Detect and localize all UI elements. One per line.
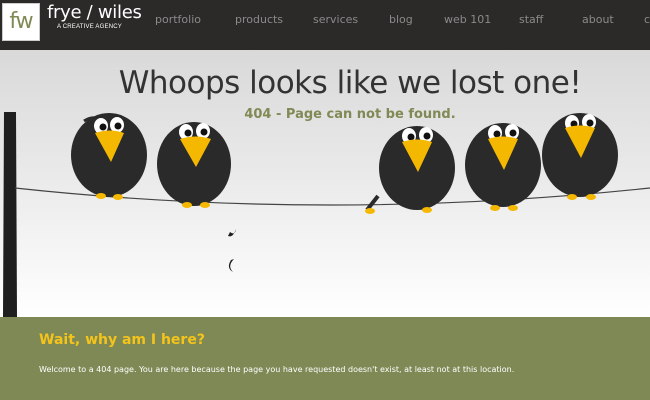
- page-title: Whoops looks like we lost one!: [118, 65, 582, 101]
- nav-item-contact[interactable]: c: [644, 13, 650, 26]
- nav-item-products[interactable]: products: [235, 13, 283, 26]
- crow-5: [542, 113, 618, 200]
- crow-3: [365, 126, 455, 214]
- info-text: Welcome to a 404 page. You are here beca…: [39, 365, 515, 374]
- feather-1: [228, 229, 236, 237]
- logo[interactable]: fw: [2, 3, 40, 41]
- nav-item-blog[interactable]: blog: [389, 13, 413, 26]
- crow-2: [157, 122, 231, 208]
- info-panel: Wait, why am I here? Welcome to a 404 pa…: [0, 317, 650, 400]
- info-title: Wait, why am I here?: [39, 332, 205, 348]
- feather-2: [228, 259, 234, 272]
- error-subtitle: 404 - Page can not be found.: [244, 107, 456, 122]
- brand-name[interactable]: frye / wiles: [47, 2, 142, 23]
- crow-1: [71, 113, 147, 200]
- nav-item-staff[interactable]: staff: [519, 13, 543, 26]
- nav-item-web-101[interactable]: web 101: [444, 13, 491, 26]
- logo-monogram: fw: [9, 9, 33, 34]
- brand-tagline: A CREATIVE AGENCY: [57, 24, 122, 30]
- nav-item-about[interactable]: about: [582, 13, 614, 26]
- nav-item-portfolio[interactable]: portfolio: [155, 13, 201, 26]
- utility-pole: [3, 112, 17, 317]
- site-header: fw frye / wiles A CREATIVE AGENCY portfo…: [0, 0, 650, 50]
- nav-item-services[interactable]: services: [313, 13, 358, 26]
- hero-section: Whoops looks like we lost one! 404 - Pag…: [0, 50, 650, 317]
